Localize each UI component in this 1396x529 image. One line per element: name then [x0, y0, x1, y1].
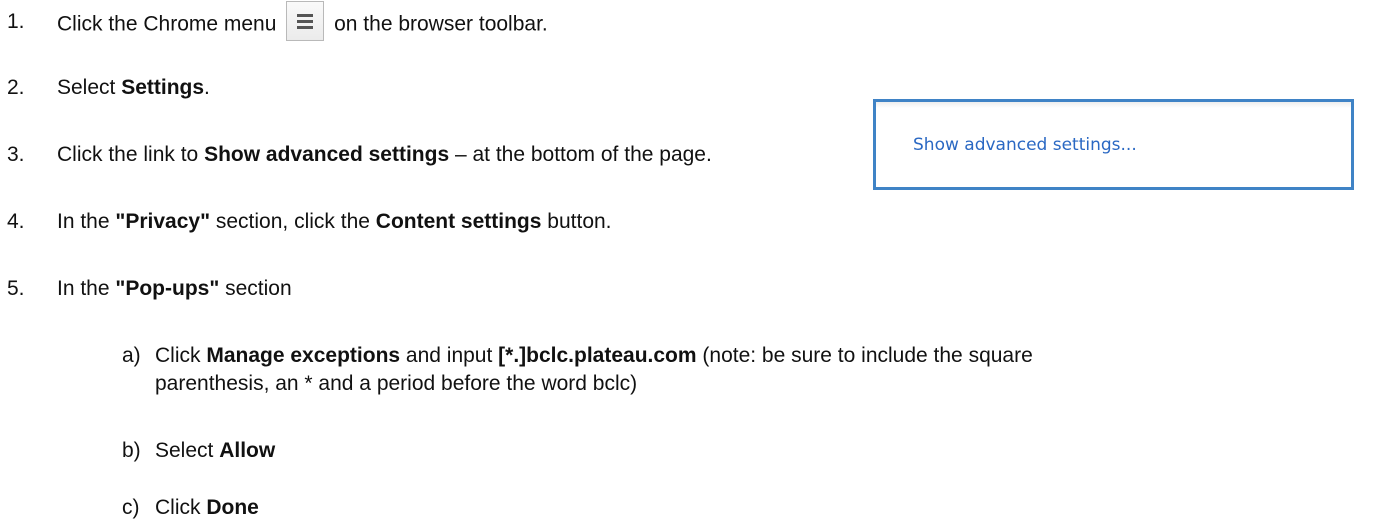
step-text-prefix: Click the Chrome menu: [57, 12, 277, 36]
substep-text-prefix: Click: [155, 344, 207, 367]
step-text-suffix: section: [219, 277, 292, 300]
substep-text: Click Done: [155, 495, 259, 520]
step-number: 3.: [7, 143, 25, 166]
step-text-prefix: Select: [57, 76, 122, 99]
panel-shadow: [876, 102, 1351, 108]
step-emphasis: "Pop-ups": [115, 277, 220, 300]
step-number: 2.: [7, 76, 25, 99]
step-text-suffix: on the browser toolbar.: [334, 12, 548, 36]
substep-emphasis: Allow: [219, 439, 276, 462]
substep-text-continuation: parenthesis, an * and a period before th…: [155, 372, 638, 395]
substep-letter: b): [122, 439, 141, 462]
step-text-suffix: – at the bottom of the page.: [449, 143, 712, 166]
step-text: Click the link to Show advanced settings…: [57, 142, 712, 167]
substep-text-middle: and input: [400, 344, 499, 367]
step-text: Click the Chrome menu on the browser too…: [57, 1, 548, 41]
step-number: 4.: [7, 210, 25, 233]
step-text-prefix: Click the link to: [57, 143, 205, 166]
show-advanced-settings-screenshot: Show advanced settings...: [873, 99, 1354, 190]
step-emphasis: Content settings: [375, 210, 542, 233]
step-text: In the "Privacy" section, click the Cont…: [57, 209, 612, 234]
step-text: In the "Pop-ups" section: [57, 276, 292, 301]
step-emphasis: "Privacy": [115, 210, 211, 233]
step-emphasis: Settings: [121, 76, 205, 99]
step-text-suffix: button.: [541, 210, 612, 233]
substep-emphasis: Done: [206, 496, 259, 519]
step-text-suffix: .: [204, 76, 210, 99]
step-number: 1.: [7, 10, 25, 33]
step-text-prefix: In the: [57, 277, 116, 300]
step-text: Select Settings.: [57, 75, 210, 100]
substep-letter: c): [122, 496, 140, 519]
step-number: 5.: [7, 277, 25, 300]
substep-text-suffix: (note: be sure to include the square: [696, 344, 1033, 367]
step-emphasis: Show advanced settings: [204, 143, 450, 166]
substep-emphasis: Manage exceptions: [206, 344, 401, 367]
substep-emphasis: [*.]bclc.plateau.com: [498, 344, 697, 367]
hamburger-menu-icon: [286, 1, 325, 41]
step-text-prefix: In the: [57, 210, 116, 233]
substep-text-prefix: Select: [155, 439, 220, 462]
substep-text: Select Allow: [155, 438, 275, 463]
substep-text: Click Manage exceptions and input [*.]bc…: [155, 343, 1033, 368]
substep-text-prefix: Click: [155, 496, 207, 519]
substep-letter: a): [122, 344, 141, 367]
step-text-middle: section, click the: [210, 210, 376, 233]
show-advanced-settings-link[interactable]: Show advanced settings...: [913, 135, 1137, 155]
